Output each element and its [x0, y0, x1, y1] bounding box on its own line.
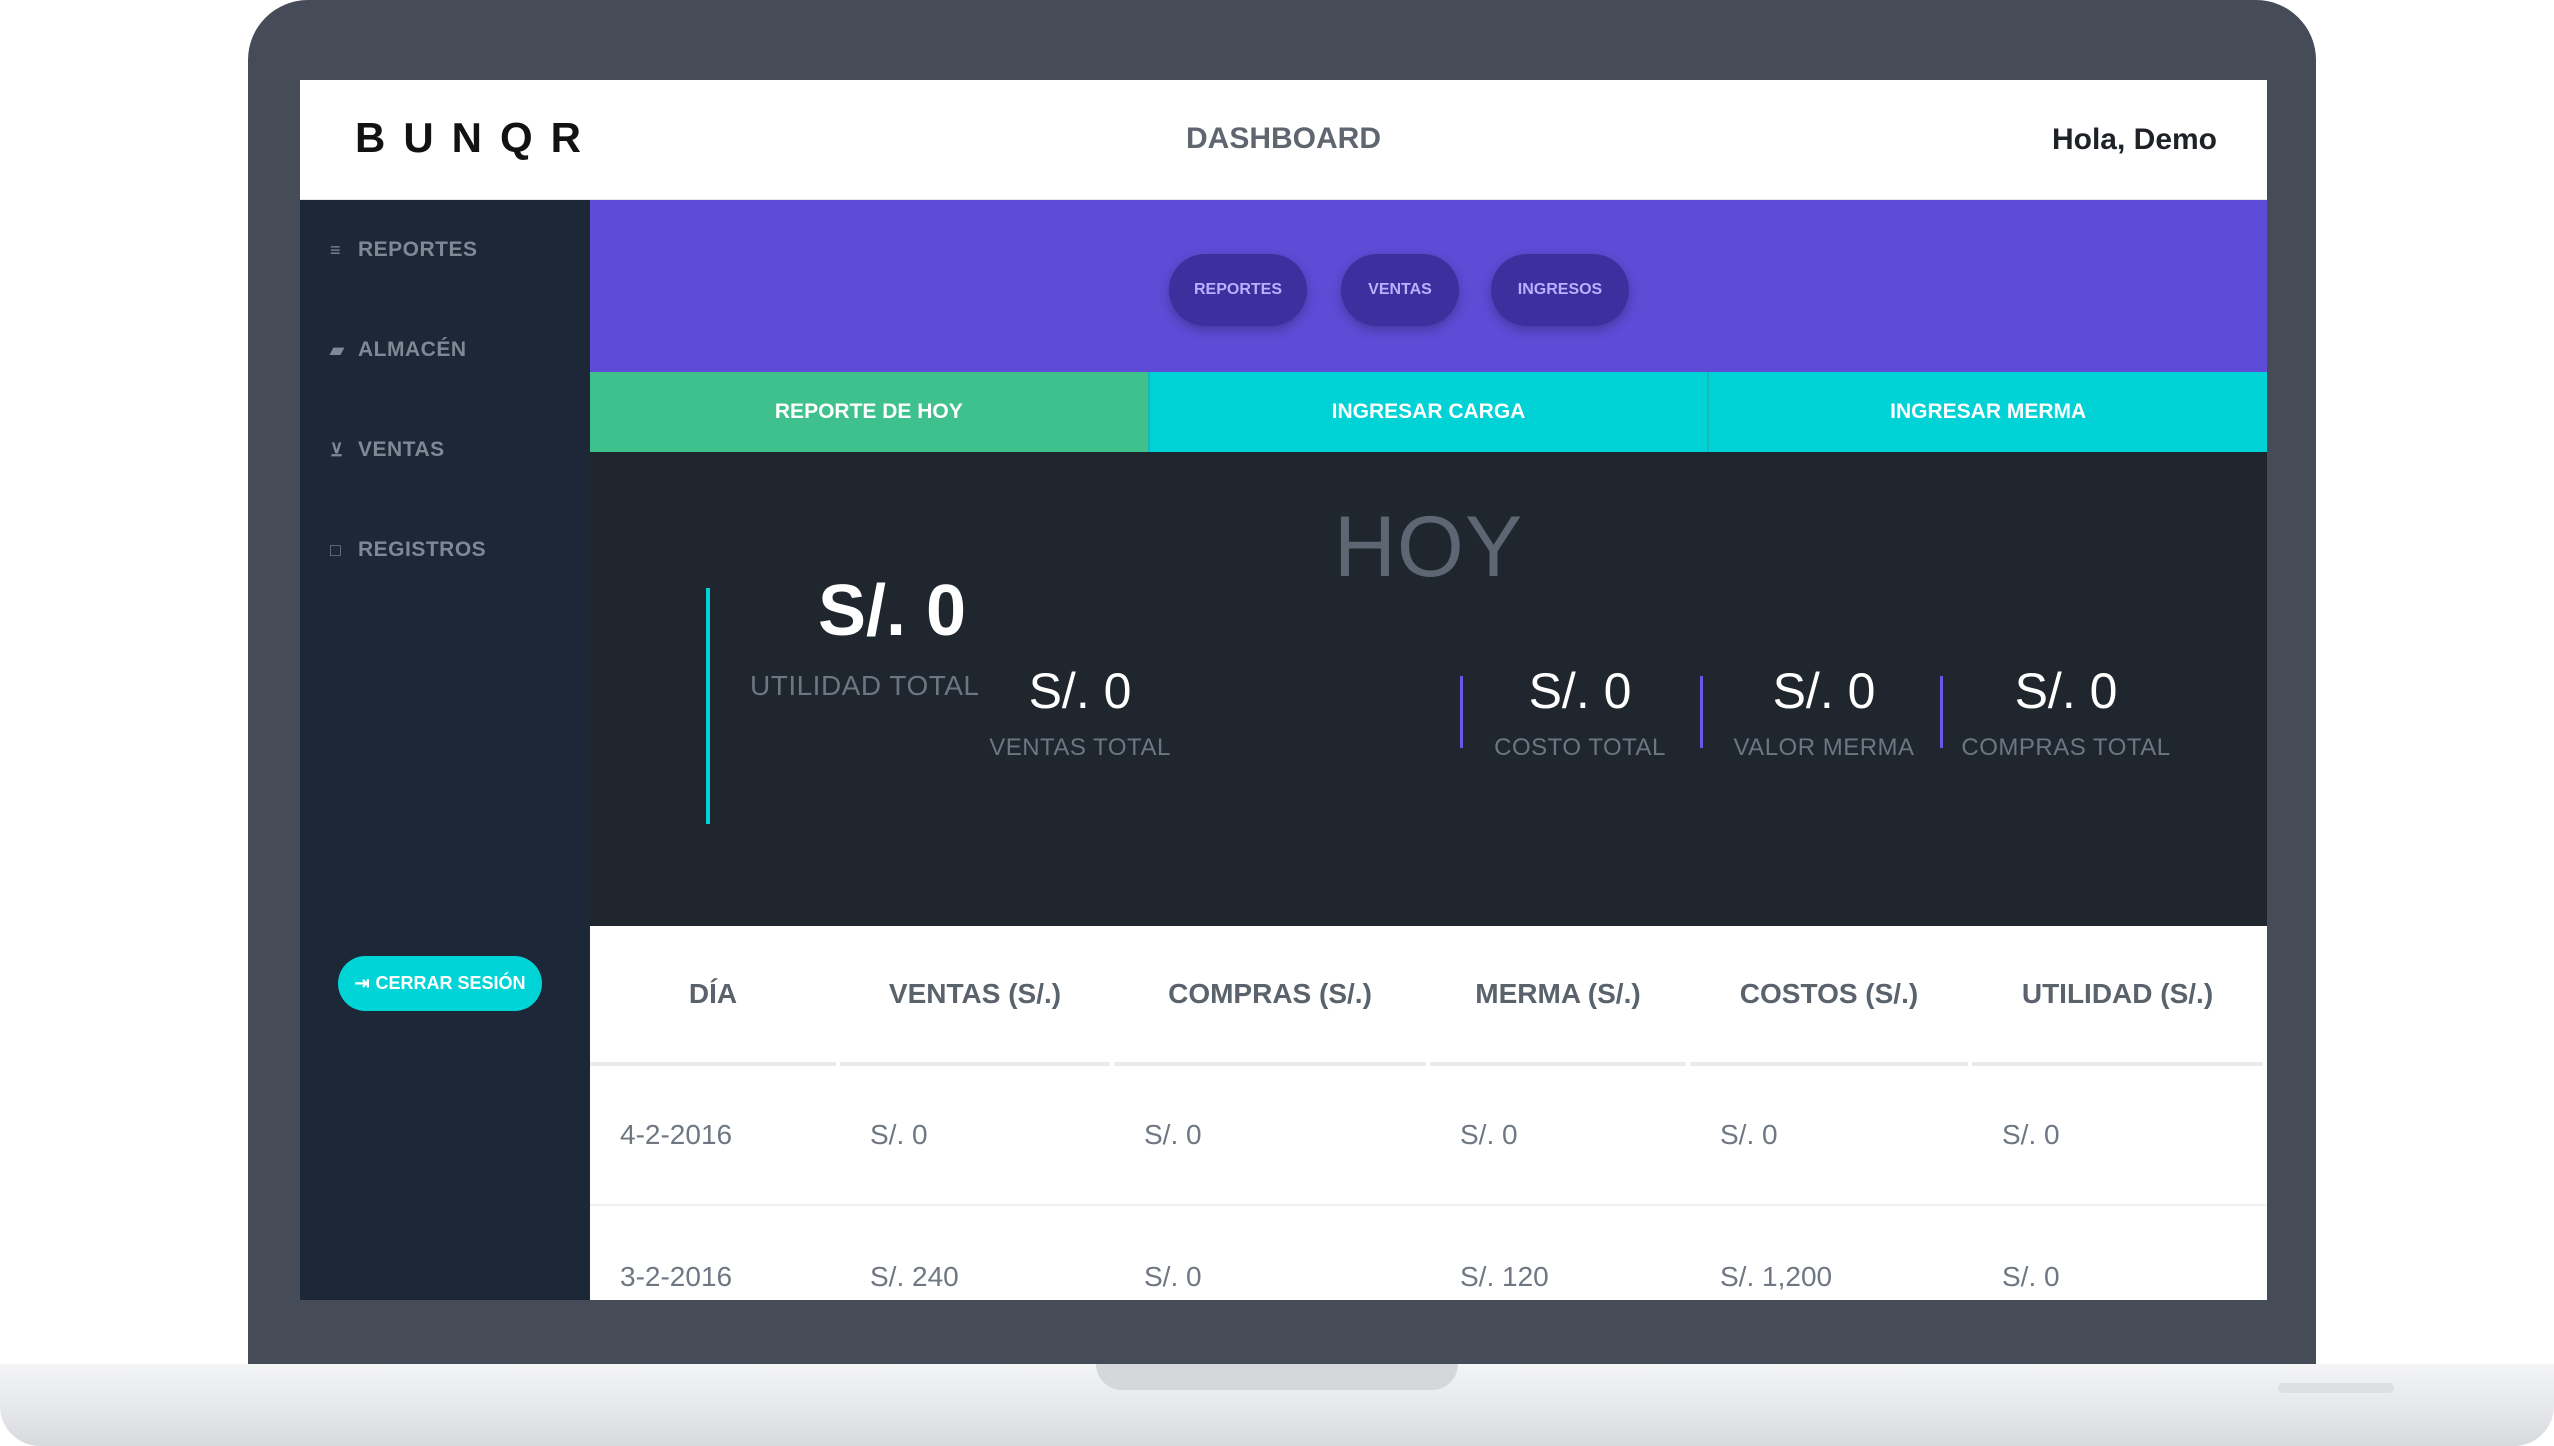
- daily-report-table: DÍA VENTAS (S/.) COMPRAS (S/.) MERMA (S/…: [590, 926, 2267, 1300]
- sidebar-item-ventas[interactable]: ⊻ VENTAS: [330, 430, 445, 470]
- stat-divider: [1700, 676, 1703, 748]
- table-cell: S/. 0: [2002, 1119, 2060, 1150]
- table-cell: S/. 0: [1460, 1119, 1518, 1150]
- stat-value: S/. 0: [1772, 663, 1876, 719]
- column-header[interactable]: DÍA: [590, 926, 836, 1066]
- tab-ingresar-merma[interactable]: INGRESAR MERMA: [1707, 372, 2267, 452]
- column-header[interactable]: MERMA (S/.): [1430, 926, 1686, 1066]
- accent-divider: [706, 588, 710, 824]
- stat-value: S/. 0: [2014, 663, 2118, 719]
- table-cell: S/. 120: [1460, 1261, 1549, 1292]
- stat-label: COSTO TOTAL: [1494, 734, 1666, 761]
- table-header: DÍA VENTAS (S/.) COMPRAS (S/.) MERMA (S/…: [590, 926, 2267, 1066]
- laptop-icon: □: [330, 539, 342, 560]
- stat-ventas-total: S/. 0 VENTAS TOTAL: [960, 662, 1200, 762]
- app-screen: BUNQR DASHBOARD Hola, Demo ≡ REPORTES ▰ …: [300, 80, 2267, 1300]
- stat-value: S/. 0: [1528, 663, 1632, 719]
- sidebar-item-label: REPORTES: [358, 238, 478, 261]
- logout-button[interactable]: ⇥ CERRAR SESIÓN: [338, 956, 542, 1011]
- stat-divider: [1460, 676, 1463, 748]
- stat-valor-merma: S/. 0 VALOR MERMA: [1706, 662, 1942, 762]
- sidebar-item-label: VENTAS: [358, 438, 445, 461]
- table-cell: S/. 1,200: [1720, 1261, 1833, 1292]
- table-cell: 4-2-2016: [620, 1119, 733, 1150]
- stat-label: VALOR MERMA: [1733, 734, 1915, 761]
- stat-label: COMPRAS TOTAL: [1961, 734, 2171, 761]
- stat-divider: [1940, 676, 1943, 748]
- page-title: DASHBOARD: [1186, 122, 1381, 155]
- action-tabs: REPORTE DE HOY INGRESAR CARGA INGRESAR M…: [590, 372, 2267, 452]
- table-cell: S/. 0: [870, 1119, 928, 1150]
- sidebar-item-registros[interactable]: □ REGISTROS: [330, 530, 486, 570]
- table-cell: S/. 240: [870, 1261, 959, 1292]
- truck-icon: ▰: [330, 339, 345, 360]
- top-bar: BUNQR DASHBOARD Hola, Demo: [300, 80, 2267, 200]
- laptop-foot: [2278, 1383, 2394, 1393]
- table-cell: S/. 0: [1144, 1119, 1202, 1150]
- section-nav-band: REPORTES VENTAS INGRESOS: [590, 200, 2267, 372]
- total-profit-value: S/. 0: [818, 571, 967, 651]
- table-row[interactable]: 4-2-2016 S/. 0 S/. 0 S/. 0 S/. 0 S/. 0: [590, 1066, 2267, 1206]
- today-stats-panel: HOY S/. 0 UTILIDAD TOTAL S/. 0 VENTAS TO…: [590, 452, 2267, 926]
- sidebar-item-label: REGISTROS: [358, 538, 487, 561]
- logout-icon: ⇥: [354, 973, 370, 993]
- table-cell: S/. 0: [1144, 1261, 1202, 1292]
- column-header[interactable]: COMPRAS (S/.): [1114, 926, 1426, 1066]
- logout-label: CERRAR SESIÓN: [375, 973, 526, 993]
- pill-ingresos[interactable]: INGRESOS: [1491, 254, 1629, 326]
- table-cell: S/. 0: [2002, 1261, 2060, 1292]
- sidebar-item-label: ALMACÉN: [358, 338, 467, 361]
- laptop-notch: [1096, 1364, 1458, 1390]
- user-greeting[interactable]: Hola, Demo: [2052, 123, 2217, 157]
- stat-compras-total: S/. 0 COMPRAS TOTAL: [1956, 662, 2176, 762]
- pill-ventas[interactable]: VENTAS: [1341, 254, 1459, 326]
- sidebar: ≡ REPORTES ▰ ALMACÉN ⊻ VENTAS □ REGISTRO…: [300, 200, 590, 1300]
- table-cell: S/. 0: [1720, 1119, 1778, 1150]
- tab-reporte-de-hoy[interactable]: REPORTE DE HOY: [590, 372, 1148, 452]
- list-icon: ≡: [330, 239, 342, 260]
- sidebar-item-reportes[interactable]: ≡ REPORTES: [330, 230, 478, 270]
- table-row[interactable]: 3-2-2016 S/. 240 S/. 0 S/. 120 S/. 1,200…: [590, 1208, 2267, 1300]
- column-header[interactable]: UTILIDAD (S/.): [1972, 926, 2263, 1066]
- pill-reportes[interactable]: REPORTES: [1169, 254, 1307, 326]
- stat-label: VENTAS TOTAL: [989, 734, 1171, 761]
- sidebar-item-almacen[interactable]: ▰ ALMACÉN: [330, 330, 467, 370]
- total-profit-label: UTILIDAD TOTAL: [750, 670, 980, 701]
- tab-ingresar-carga[interactable]: INGRESAR CARGA: [1147, 372, 1708, 452]
- column-header[interactable]: VENTAS (S/.): [840, 926, 1110, 1066]
- column-header[interactable]: COSTOS (S/.): [1690, 926, 1968, 1066]
- stat-costo-total: S/. 0 COSTO TOTAL: [1470, 662, 1690, 762]
- cart-icon: ⊻: [330, 439, 344, 460]
- table-cell: 3-2-2016: [620, 1261, 733, 1292]
- stat-value: S/. 0: [1028, 663, 1132, 719]
